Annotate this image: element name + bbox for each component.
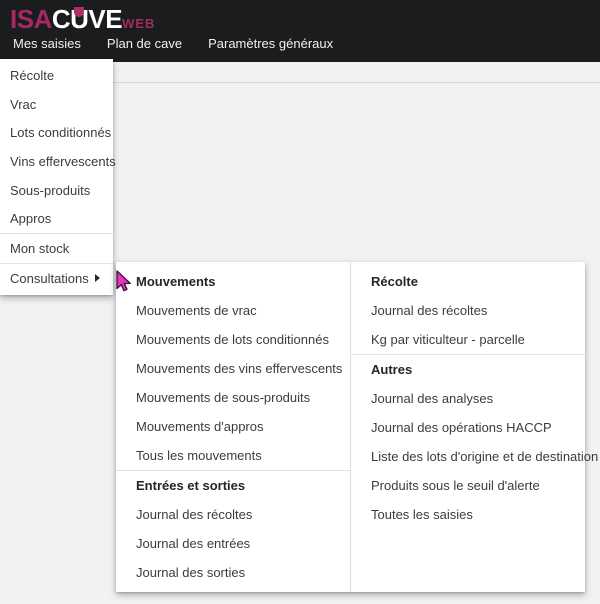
submenu-item-mouvements-de-sous-produits[interactable]: Mouvements de sous-produits <box>116 383 350 412</box>
menu-item-appros[interactable]: Appros <box>0 204 113 233</box>
submenu-left-column: Mouvements Mouvements de vrac Mouvements… <box>116 262 350 592</box>
submenu-section-autres: Autres <box>371 362 413 377</box>
logo-ve: VE <box>88 4 123 34</box>
submenu-item-mouvements-dappros[interactable]: Mouvements d'appros <box>116 412 350 441</box>
main-menubar: Mes saisies Plan de cave Paramètres géné… <box>0 32 346 55</box>
submenu-item-mouvements-de-lots-conditionnes[interactable]: Mouvements de lots conditionnés <box>116 325 350 354</box>
menu-item-consultations-label: Consultations <box>10 270 89 286</box>
logo-isa: ISA <box>10 4 52 34</box>
submenu-item-journal-des-sorties[interactable]: Journal des sorties <box>116 558 350 587</box>
submenu-item-mouvements-de-vrac[interactable]: Mouvements de vrac <box>116 296 350 325</box>
submenu-section-recolte: Récolte <box>371 274 418 289</box>
consultations-submenu: Mouvements Mouvements de vrac Mouvements… <box>116 262 598 592</box>
menu-item-sous-produits[interactable]: Sous-produits <box>0 176 113 205</box>
submenu-item-tous-les-mouvements[interactable]: Tous les mouvements <box>116 441 350 470</box>
submenu-section-mouvements: Mouvements <box>136 274 216 289</box>
top-nav-bar: ISACUVEWEB Mes saisies Plan de cave Para… <box>0 0 600 62</box>
flyout-arrow-icon <box>95 274 100 283</box>
logo-wine-glass-u: U <box>70 4 89 34</box>
app-logo: ISACUVEWEB <box>10 4 155 35</box>
nav-item-plan-de-cave[interactable]: Plan de cave <box>94 32 195 55</box>
submenu-right-column: Récolte Journal des récoltes Kg par viti… <box>350 262 598 592</box>
logo-web: WEB <box>122 16 156 31</box>
nav-item-mes-saisies[interactable]: Mes saisies <box>0 32 94 55</box>
submenu-item-journal-des-analyses[interactable]: Journal des analyses <box>351 384 585 413</box>
menu-item-recolte[interactable]: Récolte <box>0 61 113 90</box>
menu-item-consultations[interactable]: Consultations <box>0 264 113 293</box>
submenu-item-liste-des-lots-origine-destination[interactable]: Liste des lots d'origine et de destinati… <box>351 442 598 471</box>
submenu-item-mouvements-des-vins-effervescents[interactable]: Mouvements des vins effervescents <box>116 354 350 383</box>
menu-item-vins-effervescents[interactable]: Vins effervescents <box>0 147 116 176</box>
submenu-section-entrees-et-sorties: Entrées et sorties <box>136 478 246 493</box>
mes-saisies-dropdown: Récolte Vrac Lots conditionnés Vins effe… <box>0 59 116 295</box>
menu-item-lots-conditionnes[interactable]: Lots conditionnés <box>0 118 113 147</box>
submenu-item-journal-des-recoltes-left[interactable]: Journal des récoltes <box>116 500 350 529</box>
logo-c: C <box>51 4 71 34</box>
menu-item-mon-stock[interactable]: Mon stock <box>0 234 113 263</box>
submenu-item-journal-des-entrees[interactable]: Journal des entrées <box>116 529 350 558</box>
app-screen: ISACUVEWEB Mes saisies Plan de cave Para… <box>0 0 600 604</box>
submenu-item-kg-par-viticulteur-parcelle[interactable]: Kg par viticulteur - parcelle <box>351 325 585 354</box>
submenu-item-journal-des-recoltes-right[interactable]: Journal des récoltes <box>351 296 585 325</box>
submenu-item-produits-sous-le-seuil-dalerte[interactable]: Produits sous le seuil d'alerte <box>351 471 585 500</box>
submenu-item-toutes-les-saisies[interactable]: Toutes les saisies <box>351 500 585 529</box>
menu-item-vrac[interactable]: Vrac <box>0 90 113 119</box>
submenu-item-journal-des-operations-haccp[interactable]: Journal des opérations HACCP <box>351 413 585 442</box>
nav-item-parametres-generaux[interactable]: Paramètres généraux <box>195 32 346 55</box>
